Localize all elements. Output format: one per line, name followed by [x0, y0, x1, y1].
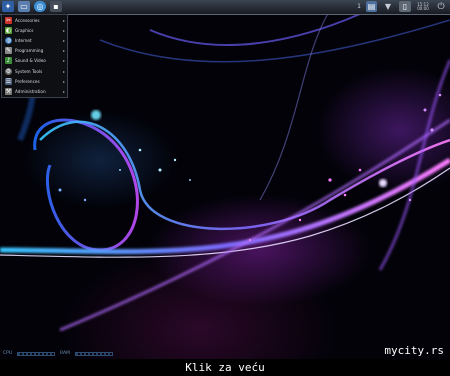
chevron-right-icon: ▸ — [62, 17, 65, 23]
browser-icon[interactable]: ◎ — [34, 1, 46, 12]
cpu-meter — [17, 352, 55, 356]
chevron-right-icon: ▸ — [62, 48, 65, 54]
cpu-label: CPU — [3, 351, 13, 356]
internet-icon: ◍ — [5, 36, 12, 44]
menu-item-label: System Tools — [15, 68, 43, 74]
clock[interactable]: 15:12 00:00 — [416, 2, 430, 11]
folder-icon[interactable]: ▭ — [18, 1, 30, 12]
menu-item-internet[interactable]: ◍ Internet ▸ — [2, 35, 67, 45]
system-tools-icon: ⚙ — [5, 67, 12, 75]
chevron-right-icon: ▸ — [62, 68, 65, 74]
menu-item-label: Internet — [15, 37, 32, 43]
menu-item-label: Graphics — [15, 27, 34, 33]
power-icon[interactable]: ⏻ — [435, 1, 447, 12]
ram-label: RAM — [60, 351, 70, 356]
graphics-icon: ◐ — [5, 26, 12, 34]
menu-item-system-tools[interactable]: ⚙ System Tools ▸ — [2, 66, 67, 76]
chevron-right-icon: ▸ — [62, 88, 65, 94]
terminal-icon[interactable]: ▪ — [50, 1, 62, 12]
menu-item-administration[interactable]: ⚒ Administration ▸ — [2, 86, 67, 96]
clock-date: 00:00 — [417, 5, 429, 11]
menu-item-graphics[interactable]: ◐ Graphics ▸ — [2, 25, 67, 35]
preferences-icon: ☰ — [5, 77, 12, 85]
programming-icon: ✎ — [5, 47, 12, 55]
accessories-icon: ✂ — [5, 16, 12, 24]
menu-item-label: Programming — [15, 48, 44, 54]
menu-item-label: Preferences — [15, 78, 40, 84]
menu-item-label: Administration — [15, 88, 46, 94]
menu-item-label: Accessories — [15, 17, 40, 23]
menu-item-accessories[interactable]: ✂ Accessories ▸ — [2, 15, 67, 25]
workspace-number[interactable]: 1 — [357, 3, 361, 10]
bottom-panel: CPU RAM — [0, 350, 450, 359]
network-icon[interactable]: ▼ — [382, 1, 394, 12]
menu-item-preferences[interactable]: ☰ Preferences ▸ — [2, 76, 67, 86]
chevron-right-icon: ▸ — [62, 37, 65, 43]
menu-item-label: Sound & Video — [15, 58, 46, 64]
menu-item-programming[interactable]: ✎ Programming ▸ — [2, 46, 67, 56]
start-menu-icon[interactable]: ✦ — [2, 1, 14, 12]
ram-meter — [75, 352, 113, 356]
sound-video-icon: ♪ — [5, 57, 12, 65]
caption-link[interactable]: Klik za veću — [0, 359, 450, 376]
application-menu: ✂ Accessories ▸ ◐ Graphics ▸ ◍ Internet … — [1, 14, 68, 98]
desktop-screen: ✦ ▭ ◎ ▪ 1 ▤ ▼ ▯ 15:12 00:00 ⏻ ✂ Accessor… — [0, 0, 450, 359]
workspace-switcher-icon[interactable]: ▤ — [366, 1, 377, 12]
battery-icon[interactable]: ▯ — [399, 1, 411, 12]
watermark: mycity.rs — [384, 344, 444, 357]
chevron-right-icon: ▸ — [62, 58, 65, 64]
chevron-right-icon: ▸ — [62, 27, 65, 33]
administration-icon: ⚒ — [5, 87, 12, 95]
menu-item-sound-video[interactable]: ♪ Sound & Video ▸ — [2, 56, 67, 66]
chevron-right-icon: ▸ — [62, 78, 65, 84]
top-panel: ✦ ▭ ◎ ▪ 1 ▤ ▼ ▯ 15:12 00:00 ⏻ — [0, 0, 450, 15]
